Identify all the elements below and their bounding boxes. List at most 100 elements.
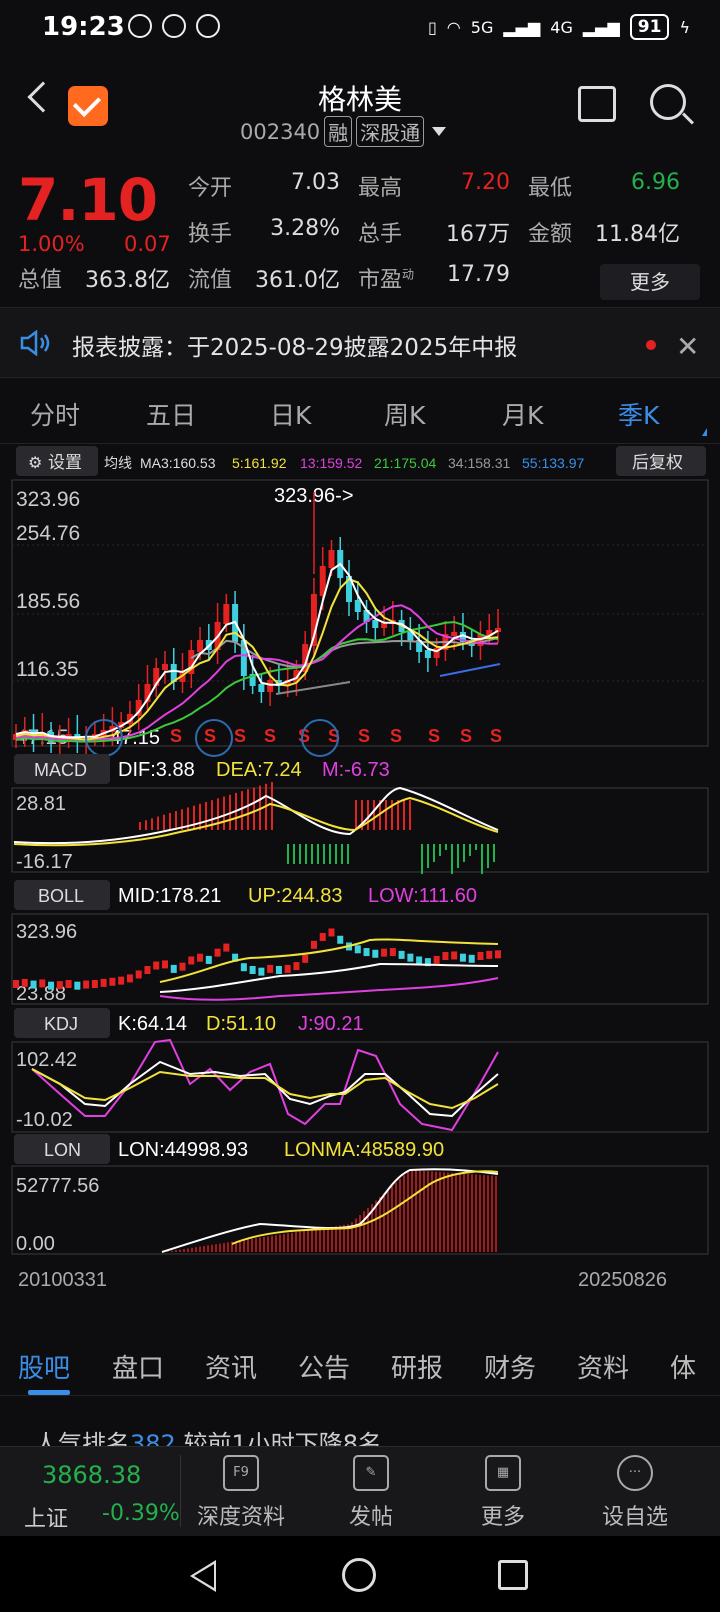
candle-body <box>223 604 230 624</box>
kdj-k-line <box>31 1060 499 1118</box>
share-icon[interactable] <box>578 86 616 122</box>
tab-five-day[interactable]: 五日 <box>146 396 196 432</box>
pe-label-text: 市盈 <box>358 268 403 293</box>
tab-profile[interactable]: 资料 <box>577 1348 629 1385</box>
boll-candle <box>442 952 449 960</box>
notice-banner[interactable]: 报表披露：于2025-08-29披露2025年中报 ✕ <box>0 308 720 378</box>
boll-candle <box>249 966 256 974</box>
y-label: 323.96 <box>16 488 80 511</box>
tab-announcements[interactable]: 公告 <box>298 1348 350 1385</box>
signal-5g: 5G <box>470 17 494 37</box>
boll-candle <box>56 981 63 990</box>
more-button[interactable]: 更多 <box>600 264 700 300</box>
tab-weekly-k[interactable]: 周K <box>384 396 425 432</box>
macd-y-top: 28.81 <box>16 793 66 815</box>
volume-value: 167万 <box>446 222 510 247</box>
candle-body <box>372 620 379 628</box>
candle-body <box>161 664 168 670</box>
lon-y-bottom: 0.00 <box>16 1233 55 1255</box>
low-value: 6.96 <box>631 170 680 195</box>
boll-candle <box>381 948 388 957</box>
nav-back-icon[interactable] <box>190 1560 216 1592</box>
boll-candle <box>39 979 46 988</box>
deep-data-button[interactable]: F9 深度资料 <box>186 1455 296 1531</box>
system-nav-bar <box>0 1536 720 1612</box>
boll-name: BOLL <box>38 886 84 906</box>
macd-panel <box>11 787 709 873</box>
boll-candle <box>179 962 186 971</box>
boll-candle <box>91 980 98 988</box>
tab-order-book[interactable]: 盘口 <box>112 1348 164 1385</box>
sell-signal: S <box>390 726 402 746</box>
ma21-value: 21:175.04 <box>374 455 436 471</box>
boll-candle <box>13 980 19 988</box>
popularity-row[interactable]: 人气排名382 较前1小时下降8名 <box>0 1396 720 1446</box>
tab-quarterly-k[interactable]: 季K <box>618 396 659 432</box>
tab-intraday[interactable]: 分时 <box>30 396 80 432</box>
boll-candle <box>372 949 379 958</box>
speaker-icon <box>20 330 50 356</box>
add-watchlist-label: 设自选 <box>601 1505 668 1530</box>
tab-daily-k[interactable]: 日K <box>270 396 311 432</box>
boll-candle <box>48 981 55 990</box>
total-cap-label: 总值 <box>18 268 63 293</box>
ma13-value: 13:159.52 <box>300 455 362 471</box>
boll-candle <box>433 955 440 964</box>
kdj-y-bottom: -10.02 <box>16 1109 73 1131</box>
search-icon[interactable] <box>650 84 686 120</box>
gear-icon: ⚙ <box>28 455 42 472</box>
high-label: 最高 <box>358 176 403 201</box>
stock-code-row[interactable]: 002340 融 深股通 <box>240 116 447 147</box>
candlesticks <box>13 492 501 756</box>
macd-dif: DIF:3.88 <box>118 759 195 781</box>
boll-candle <box>328 928 335 937</box>
boll-candle <box>407 953 414 962</box>
boll-candle <box>170 964 177 973</box>
y-label: 185.56 <box>16 590 80 613</box>
tab-monthly-k[interactable]: 月K <box>502 396 543 432</box>
ma5-value: 5:161.92 <box>232 455 287 471</box>
boll-mid: MID:178.21 <box>118 885 221 907</box>
boll-candle <box>214 948 221 957</box>
info-tabs: 股吧 盘口 资讯 公告 研报 财务 资料 体 <box>0 1334 720 1396</box>
macd-dea: DEA:7.24 <box>216 759 302 781</box>
battery-indicator: 91 <box>629 14 670 40</box>
lon-value: LON:44998.93 <box>118 1139 248 1161</box>
amount-label: 金额 <box>528 222 573 247</box>
more-menu-button[interactable]: ▦ 更多 <box>448 1455 558 1531</box>
tab-research[interactable]: 研报 <box>391 1348 443 1385</box>
edit-icon: ✎ <box>353 1455 389 1491</box>
tab-news[interactable]: 资讯 <box>205 1348 257 1385</box>
tab-forum[interactable]: 股吧 <box>18 1348 70 1385</box>
charging-icon: ϟ <box>679 17 690 37</box>
sell-signal: S <box>204 726 216 746</box>
popularity-prefix: 人气排名 <box>34 1430 130 1446</box>
candle-body <box>197 640 204 652</box>
open-value: 7.03 <box>291 170 340 195</box>
ma-label: 均线 <box>104 455 132 471</box>
ma3-value: MA3:160.53 <box>140 455 216 471</box>
tab-more[interactable]: 体 <box>670 1348 696 1385</box>
boll-candle <box>240 963 247 972</box>
boll-candle <box>83 980 90 989</box>
candle-body <box>267 680 274 692</box>
kline-chart[interactable]: ⚙ 设置 均线 MA3:160.53 5:161.92 13:159.52 21… <box>0 444 720 1332</box>
tab-menu-indicator <box>702 428 707 436</box>
open-label: 今开 <box>188 176 233 201</box>
chevron-down-icon[interactable] <box>432 127 447 136</box>
macd-y-bottom: -16.17 <box>16 851 73 873</box>
audio-icon <box>196 14 220 38</box>
boll-candle <box>363 948 370 957</box>
post-button[interactable]: ✎ 发帖 <box>316 1455 426 1531</box>
add-watchlist-button[interactable]: ··· 设自选 <box>580 1455 690 1531</box>
nav-recents-icon[interactable] <box>498 1560 528 1590</box>
quote-panel: 7.10 1.00% 0.07 今开 7.03 最高 7.20 最低 6.96 … <box>0 162 720 308</box>
y-label: 116.35 <box>16 658 79 681</box>
boll-candle <box>319 932 326 941</box>
tab-finance[interactable]: 财务 <box>484 1348 536 1385</box>
kdj-j: J:90.21 <box>298 1013 364 1035</box>
boll-candle <box>486 950 493 959</box>
close-icon[interactable]: ✕ <box>676 330 699 363</box>
boll-candle <box>310 940 317 949</box>
nav-home-icon[interactable] <box>342 1558 376 1592</box>
